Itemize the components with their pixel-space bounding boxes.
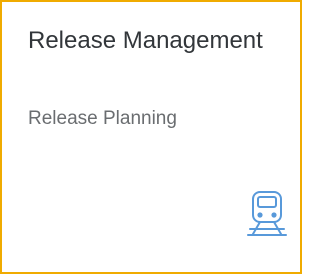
tile-title: Release Management [28, 27, 263, 54]
train-icon [247, 189, 287, 245]
release-management-tile[interactable]: Release Management Release Planning [0, 0, 302, 274]
tile-subtitle: Release Planning [28, 108, 177, 129]
